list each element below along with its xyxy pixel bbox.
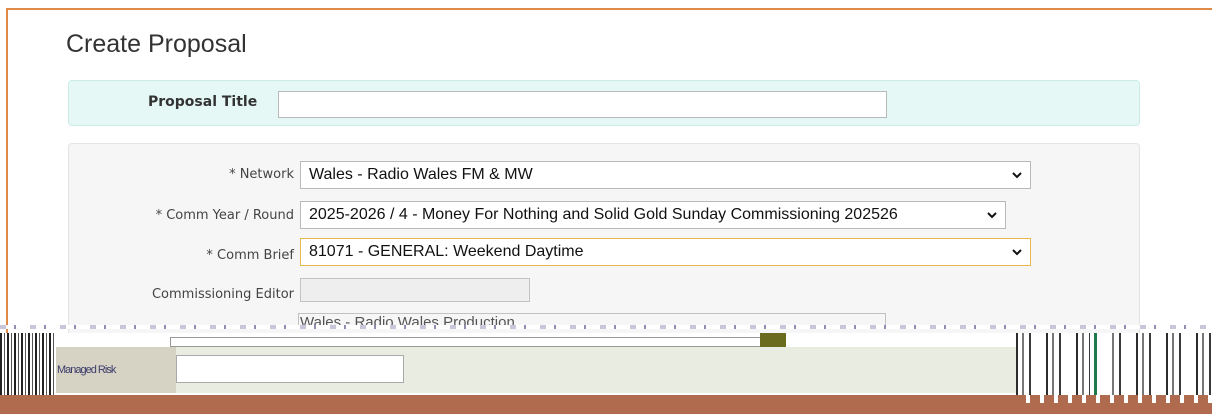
proposal-title-input[interactable]: [278, 91, 887, 118]
page-title: Create Proposal: [66, 30, 247, 58]
network-select-value: Wales - Radio Wales FM & MW: [309, 166, 533, 183]
comm-brief-label: * Comm Brief: [206, 248, 294, 263]
commissioning-editor-field: [300, 278, 530, 302]
comm-year-round-select-value: 2025-2026 / 4 - Money For Nothing and So…: [309, 206, 898, 223]
comm-brief-select[interactable]: 81071 - GENERAL: Weekend Daytime: [300, 238, 1031, 266]
network-select[interactable]: Wales - Radio Wales FM & MW: [300, 161, 1031, 189]
chevron-down-icon: [987, 212, 997, 219]
comm-brief-select-value: 81071 - GENERAL: Weekend Daytime: [309, 243, 584, 260]
comm-year-round-select[interactable]: 2025-2026 / 4 - Money For Nothing and So…: [300, 201, 1006, 229]
network-label: * Network: [229, 167, 294, 182]
chevron-down-icon: [1012, 172, 1022, 179]
proposal-title-label: Proposal Title: [148, 94, 258, 110]
commissioning-editor-label: Commissioning Editor: [151, 287, 294, 302]
rendering-artifact-band: [0, 325, 1212, 414]
chevron-down-icon: [1012, 249, 1022, 256]
managed-risk-label: Managed Risk: [57, 364, 116, 376]
comm-year-round-label: * Comm Year / Round: [155, 208, 294, 223]
